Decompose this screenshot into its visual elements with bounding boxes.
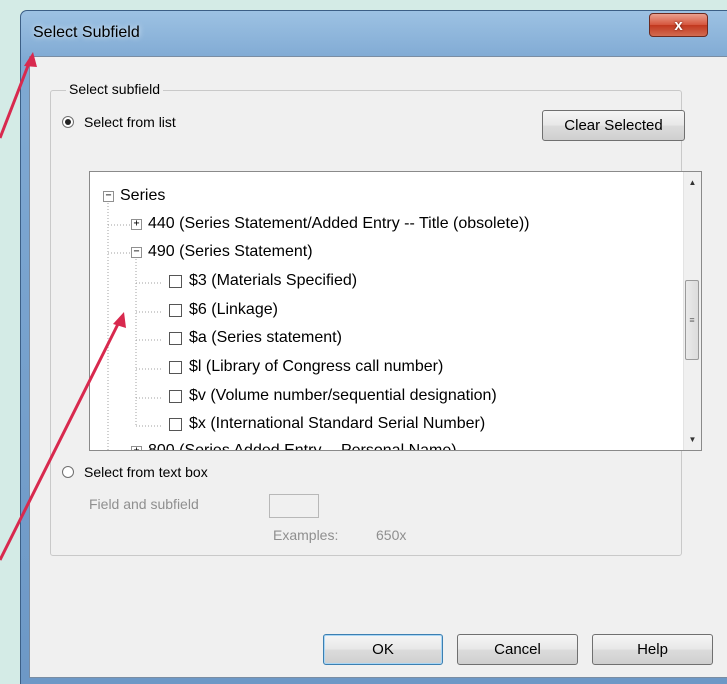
select-from-list-option[interactable]: Select from list bbox=[62, 114, 176, 130]
select-from-list-radio[interactable] bbox=[62, 116, 74, 128]
tree-node-490[interactable]: − 490 (Series Statement) bbox=[131, 243, 313, 261]
tree-node-series[interactable]: − Series bbox=[103, 187, 165, 205]
subfield-checkbox[interactable] bbox=[169, 417, 182, 431]
examples-value: 650x bbox=[376, 527, 407, 543]
tree-node-label: $l (Library of Congress call number) bbox=[189, 358, 444, 375]
close-icon: x bbox=[674, 16, 683, 34]
tree-node-label: $3 (Materials Specified) bbox=[189, 272, 358, 289]
close-button[interactable]: x bbox=[649, 13, 708, 37]
tree-node-label: $x (International Standard Serial Number… bbox=[189, 415, 486, 432]
select-subfield-dialog: Select Subfield x Select subfield Select… bbox=[20, 10, 727, 684]
select-from-text-box-label: Select from text box bbox=[84, 464, 208, 480]
select-from-list-label: Select from list bbox=[84, 114, 176, 130]
collapse-icon[interactable]: − bbox=[103, 190, 114, 202]
subfield-tree[interactable]: − Series + 440 (Series Statement/Added E… bbox=[89, 171, 702, 451]
select-from-text-box-radio[interactable] bbox=[62, 466, 74, 478]
clear-selected-button[interactable]: Clear Selected bbox=[542, 110, 685, 141]
tree-node-label: $6 (Linkage) bbox=[189, 301, 278, 318]
subfield-checkbox[interactable] bbox=[169, 360, 182, 374]
tree-node-subfield-3[interactable]: $3 (Materials Specified) bbox=[169, 272, 357, 290]
tree-node-800[interactable]: + 800 (Series Added Entry -- Personal Na… bbox=[131, 442, 457, 451]
tree-node-subfield-x[interactable]: $x (International Standard Serial Number… bbox=[169, 415, 485, 433]
dialog-title: Select Subfield bbox=[33, 24, 140, 41]
tree-node-subfield-6[interactable]: $6 (Linkage) bbox=[169, 301, 278, 319]
help-button[interactable]: Help bbox=[592, 634, 713, 665]
tree-node-label: 440 (Series Statement/Added Entry -- Tit… bbox=[148, 215, 530, 232]
tree-node-440[interactable]: + 440 (Series Statement/Added Entry -- T… bbox=[131, 215, 530, 233]
dialog-client-area: Select subfield Select from list Clear S… bbox=[29, 56, 727, 678]
tree-node-subfield-a[interactable]: $a (Series statement) bbox=[169, 329, 342, 347]
tree-node-label: $v (Volume number/sequential designation… bbox=[189, 387, 497, 404]
expand-icon[interactable]: + bbox=[131, 218, 142, 230]
field-and-subfield-label: Field and subfield bbox=[89, 496, 199, 512]
tree-node-subfield-v[interactable]: $v (Volume number/sequential designation… bbox=[169, 387, 497, 405]
subfield-checkbox[interactable] bbox=[169, 274, 182, 288]
collapse-icon[interactable]: − bbox=[131, 246, 142, 258]
scrollbar-thumb[interactable]: ≡ bbox=[685, 280, 699, 360]
subfield-checkbox[interactable] bbox=[169, 331, 182, 345]
scroll-up-arrow-icon[interactable]: ▲ bbox=[684, 174, 701, 191]
tree-node-label: Series bbox=[120, 187, 166, 204]
tree-node-label: 800 (Series Added Entry -- Personal Name… bbox=[148, 442, 457, 451]
tree-vertical-scrollbar[interactable]: ▲ ≡ ▼ bbox=[683, 172, 701, 450]
tree-node-label: $a (Series statement) bbox=[189, 329, 342, 346]
field-and-subfield-input[interactable] bbox=[269, 494, 319, 518]
expand-icon[interactable]: + bbox=[131, 445, 142, 450]
radio-selected-dot bbox=[65, 119, 71, 125]
cancel-button[interactable]: Cancel bbox=[457, 634, 578, 665]
tree-node-label: 490 (Series Statement) bbox=[148, 243, 313, 260]
subfield-checkbox[interactable] bbox=[169, 389, 182, 403]
tree-node-subfield-l[interactable]: $l (Library of Congress call number) bbox=[169, 358, 443, 376]
scroll-down-arrow-icon[interactable]: ▼ bbox=[684, 431, 701, 448]
subfield-checkbox[interactable] bbox=[169, 303, 182, 317]
select-from-text-box-option[interactable]: Select from text box bbox=[62, 464, 208, 480]
ok-button[interactable]: OK bbox=[323, 634, 443, 665]
title-bar[interactable]: Select Subfield x bbox=[21, 11, 727, 57]
groupbox-legend: Select subfield bbox=[66, 81, 164, 97]
examples-label: Examples: bbox=[273, 527, 339, 543]
